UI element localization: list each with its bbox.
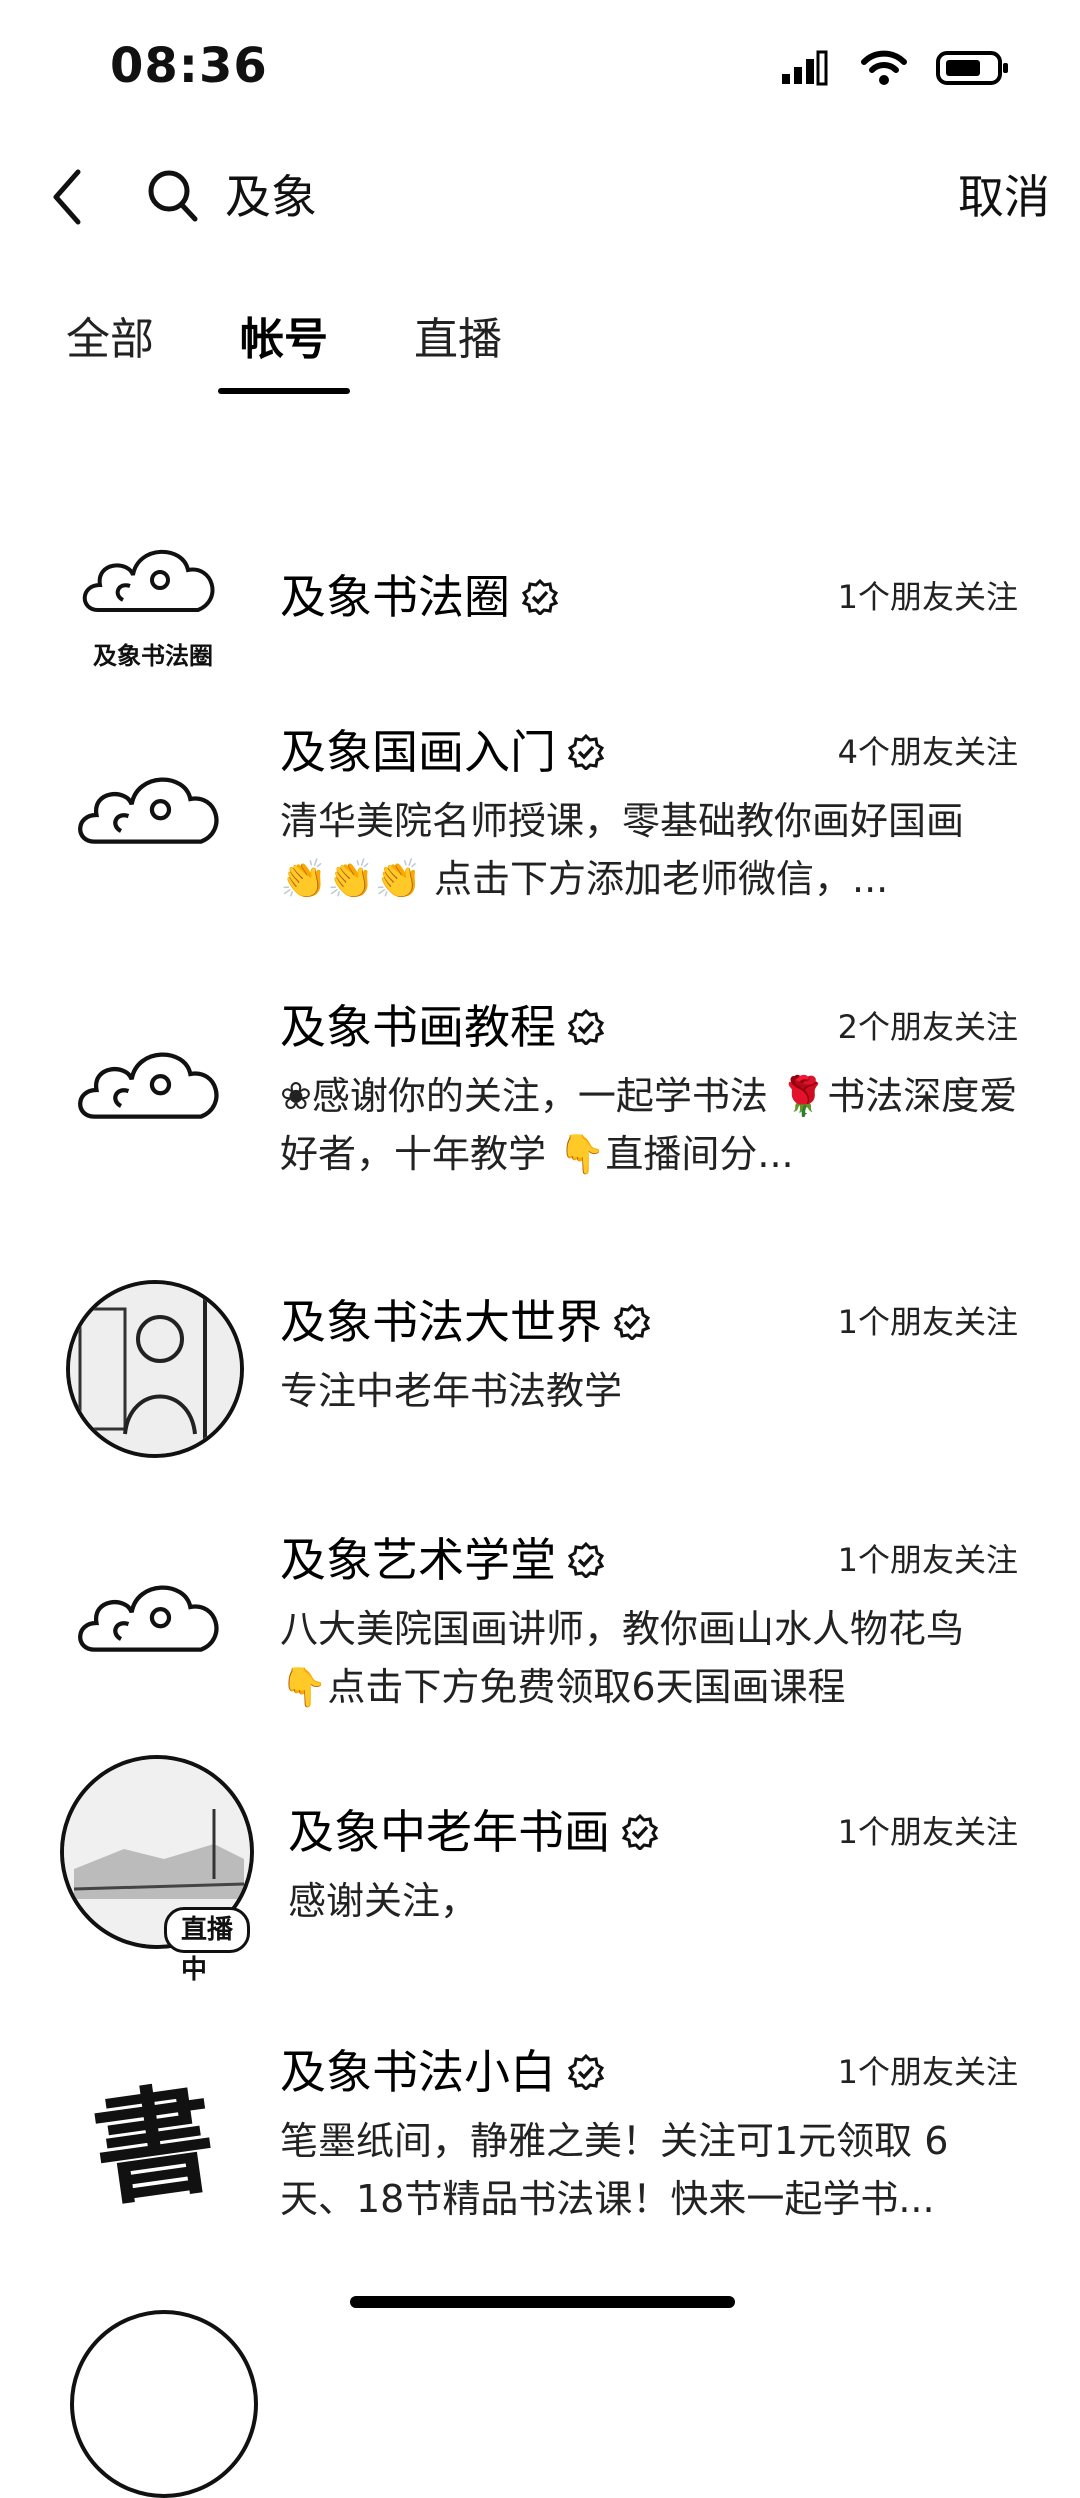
live-status-badge: 直播中 — [164, 1907, 250, 1985]
cloud-logo-icon — [78, 1052, 219, 1119]
verified-badge-icon — [568, 1009, 604, 1045]
account-name: 及象书画教程 — [280, 1000, 556, 1054]
home-indicator — [350, 2296, 735, 2308]
account-name-line: 及象国画入门 — [280, 720, 604, 784]
cancel-button[interactable]: 取消 — [958, 162, 1050, 232]
status-bar: 08:36 — [0, 0, 1080, 130]
verified-badge-icon — [568, 734, 604, 770]
account-avatar: 書 — [58, 2040, 248, 2230]
friends-following: 1个朋友关注 — [837, 578, 1018, 616]
account-name-line: 及象书法小白 — [280, 2040, 604, 2104]
search-bar: 取消 — [0, 150, 1080, 250]
account-row[interactable]: 及象书法圈 及象书法圈 1个朋友关注 — [0, 480, 1080, 670]
next-account-avatar-partial — [70, 2310, 258, 2498]
result-tabs: 全部 帐号 直播 — [0, 300, 1080, 400]
account-row[interactable]: 及象国画入门 4个朋友关注 清华美院名师授课，零基础教你画好国画 👏👏👏 点击下… — [0, 720, 1080, 901]
account-name-line: 及象艺术学堂 — [280, 1528, 604, 1592]
back-arrow-icon[interactable] — [40, 162, 100, 232]
account-row[interactable]: 及象书法大世界 1个朋友关注 专注中老年书法教学 — [0, 1280, 1080, 1470]
account-avatar — [58, 1528, 248, 1718]
account-name-line: 及象中老年书画 — [288, 1800, 658, 1864]
cloud-logo-icon — [78, 777, 219, 844]
account-row[interactable]: 直播中 及象中老年书画 1个朋友关注 感谢关注， — [0, 1755, 1080, 2000]
calligraphy-logo-glyph: 書 — [85, 2067, 224, 2224]
cloud-logo-icon — [82, 549, 215, 612]
account-avatar — [58, 995, 248, 1185]
account-name-line: 及象书法大世界 — [280, 1290, 650, 1354]
account-row[interactable]: 書 及象书法小白 1个朋友关注 笔墨纸间，静雅之美！关注可1元领取 6天、18节… — [0, 2040, 1080, 2224]
verified-badge-icon — [568, 2054, 604, 2090]
account-avatar: 及象书法圈 — [58, 510, 248, 700]
battery-icon — [936, 51, 1008, 85]
verified-badge-icon — [614, 1304, 650, 1340]
search-input[interactable] — [225, 162, 925, 232]
tab-live[interactable]: 直播 — [414, 310, 502, 370]
tab-all[interactable]: 全部 — [66, 310, 154, 370]
friends-following: 1个朋友关注 — [837, 1541, 1018, 1579]
cellular-signal-icon — [782, 50, 828, 86]
verified-badge-icon — [522, 579, 558, 615]
account-description: 笔墨纸间，静雅之美！关注可1元领取 6天、18节精品书法课！快来一起学书... — [280, 2119, 949, 2221]
cloud-logo-icon — [78, 1585, 219, 1652]
friends-following: 2个朋友关注 — [837, 1008, 1018, 1046]
account-name-line: 及象书画教程 — [280, 995, 604, 1059]
status-icons — [780, 50, 1010, 86]
friends-following: 1个朋友关注 — [837, 1813, 1018, 1851]
account-name: 及象书法小白 — [280, 2045, 556, 2099]
account-name: 及象书法大世界 — [280, 1295, 602, 1349]
friends-following: 4个朋友关注 — [837, 733, 1018, 771]
account-name: 及象艺术学堂 — [280, 1533, 556, 1587]
account-description: 八大美院国画讲师，教你画山水人物花鸟 👇点击下方免费领取6天国画课程 — [280, 1607, 965, 1709]
account-avatar: 直播中 — [60, 1755, 254, 1985]
account-avatar — [66, 1280, 244, 1458]
active-tab-indicator — [218, 388, 350, 394]
account-description: ❀感谢你的关注，一起学书法 🌹书法深度爱好者，十年教学 👇直播间分... — [280, 1074, 1018, 1176]
account-name-line: 及象书法圈 — [280, 565, 558, 629]
account-avatar — [58, 720, 248, 910]
verified-badge-icon — [622, 1814, 658, 1850]
account-row[interactable]: 及象艺术学堂 1个朋友关注 八大美院国画讲师，教你画山水人物花鸟 👇点击下方免费… — [0, 1528, 1080, 1709]
person-photo-icon — [70, 1284, 240, 1454]
account-description: 专注中老年书法教学 — [280, 1369, 623, 1413]
verified-badge-icon — [568, 1542, 604, 1578]
account-row[interactable]: 及象书画教程 2个朋友关注 ❀感谢你的关注，一起学书法 🌹书法深度爱好者，十年教… — [0, 995, 1080, 1176]
account-name: 及象书法圈 — [280, 570, 510, 624]
account-name: 及象中老年书画 — [288, 1805, 610, 1859]
account-description: 清华美院名师授课，零基础教你画好国画 👏👏👏 点击下方添加老师微信，... — [280, 799, 965, 901]
wifi-icon — [861, 50, 907, 85]
tab-accounts[interactable]: 帐号 — [240, 310, 328, 370]
logo-caption: 及象书法圈 — [93, 640, 213, 670]
account-description: 感谢关注， — [288, 1879, 479, 1923]
account-name: 及象国画入门 — [280, 725, 556, 779]
status-time: 08:36 — [110, 38, 268, 94]
friends-following: 1个朋友关注 — [837, 2053, 1018, 2091]
search-icon — [148, 170, 198, 222]
friends-following: 1个朋友关注 — [837, 1303, 1018, 1341]
